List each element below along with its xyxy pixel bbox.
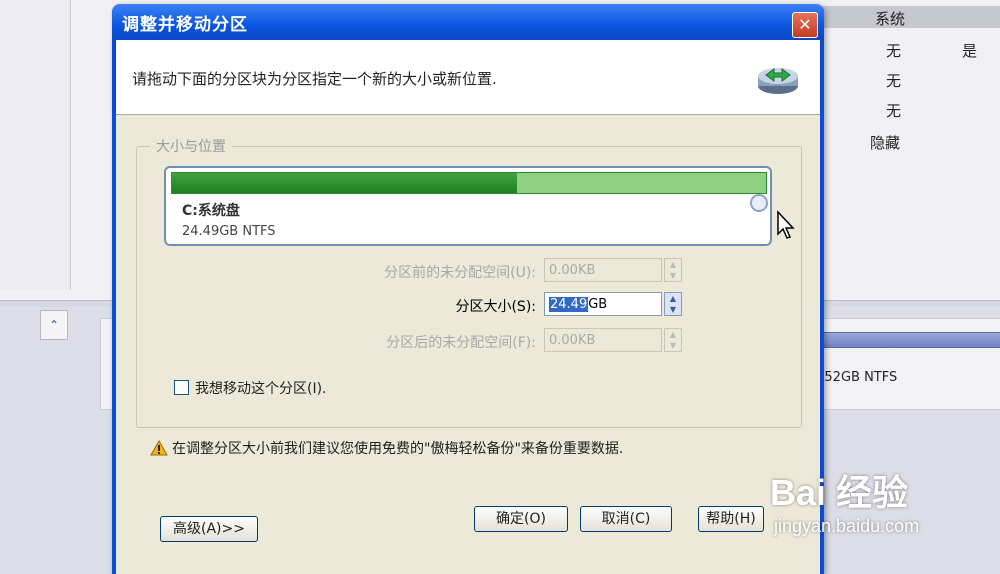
partition-size-row: 分区大小(S): 24.49GB ▲ ▼ [256,292,682,318]
background-cell: 隐藏 [870,134,901,152]
partition-size-label: 分区大小(S): [455,299,536,315]
dialog-instructions: 请拖动下面的分区块为分区指定一个新的大小或新位置. [132,70,497,88]
unallocated-after-input[interactable]: 0.00KB [544,328,662,352]
partition-size-input[interactable]: 24.49GB [544,292,662,316]
partition-name: C:系统盘 [182,203,240,219]
backup-warning-text: 在调整分区大小前我们建议您使用免费的"傲梅轻松备份"来备份重要数据. [172,441,624,457]
dialog-body: 请拖动下面的分区块为分区指定一个新的大小或新位置. 大小与位置 C:系统盘 24… [116,40,820,574]
unallocated-after-row: 分区后的未分配空间(F): 0.00KB ▲ ▼ [256,328,682,354]
resize-move-dialog: 调整并移动分区 ✕ 请拖动下面的分区块为分区指定一个新的大小或新位置. 大小与位… [112,4,824,574]
move-partition-option[interactable]: 我想移动这个分区(I). [174,378,327,398]
close-button[interactable]: ✕ [792,12,818,38]
dialog-header: 请拖动下面的分区块为分区指定一个新的大小或新位置. [116,40,820,115]
partition-usage-bar[interactable] [171,172,767,194]
partition-used-fill [172,173,517,193]
background-cell: 无 [886,102,902,120]
unallocated-before-input[interactable]: 0.00KB [544,258,662,282]
background-partition-bar[interactable] [812,332,1000,348]
watermark-brand: Bai 经验 [770,472,909,513]
backup-warning: 在调整分区大小前我们建议您使用免费的"傲梅轻松备份"来备份重要数据. [150,438,623,458]
baidu-jingyan-watermark: Bai 经验 jingyan.baidu.com [770,456,1000,546]
unallocated-before-row: 分区前的未分配空间(U): 0.00KB ▲ ▼ [256,258,682,284]
unallocated-before-spinner[interactable]: ▲ ▼ [664,258,682,282]
close-icon: ✕ [798,15,812,34]
move-partition-label: 我想移动这个分区(I). [195,381,327,397]
resize-handle[interactable] [750,194,768,212]
unallocated-before-label: 分区前的未分配空间(U): [384,265,536,281]
unallocated-after-label: 分区后的未分配空间(F): [386,335,536,351]
partition-size-unit: GB [588,297,608,312]
ok-button[interactable]: 确定(O) [474,506,568,532]
group-title: 大小与位置 [150,136,232,156]
move-partition-checkbox[interactable] [174,380,189,395]
partition-block[interactable]: C:系统盘 24.49GB NTFS [164,166,772,246]
advanced-button[interactable]: 高级(A)>> [160,516,258,542]
warning-icon [150,440,168,456]
background-cell: 是 [962,42,978,60]
background-grid-header [820,6,1000,28]
watermark-site: jingyan.baidu.com [774,516,920,536]
background-cell: 无 [886,72,902,90]
mouse-cursor-icon [777,210,795,239]
background-column-header: 系统 [875,10,906,28]
collapse-button[interactable]: ⌃ [40,310,68,340]
dialog-title: 调整并移动分区 [122,15,248,35]
unallocated-after-spinner[interactable]: ▲ ▼ [664,328,682,352]
disk-move-icon [758,68,798,94]
partition-size-spinner[interactable]: ▲ ▼ [664,292,682,316]
dialog-title-bar[interactable]: 调整并移动分区 ✕ [112,4,824,40]
partition-size-selected-value: 24.49 [549,297,589,312]
background-left-panel [0,0,71,290]
background-cell: 无 [886,42,902,60]
help-button[interactable]: 帮助(H) [698,506,764,532]
cancel-button[interactable]: 取消(C) [580,506,672,532]
partition-size-info: 24.49GB NTFS [182,224,276,239]
background-partition-info: 3.52GB NTFS [812,370,898,385]
